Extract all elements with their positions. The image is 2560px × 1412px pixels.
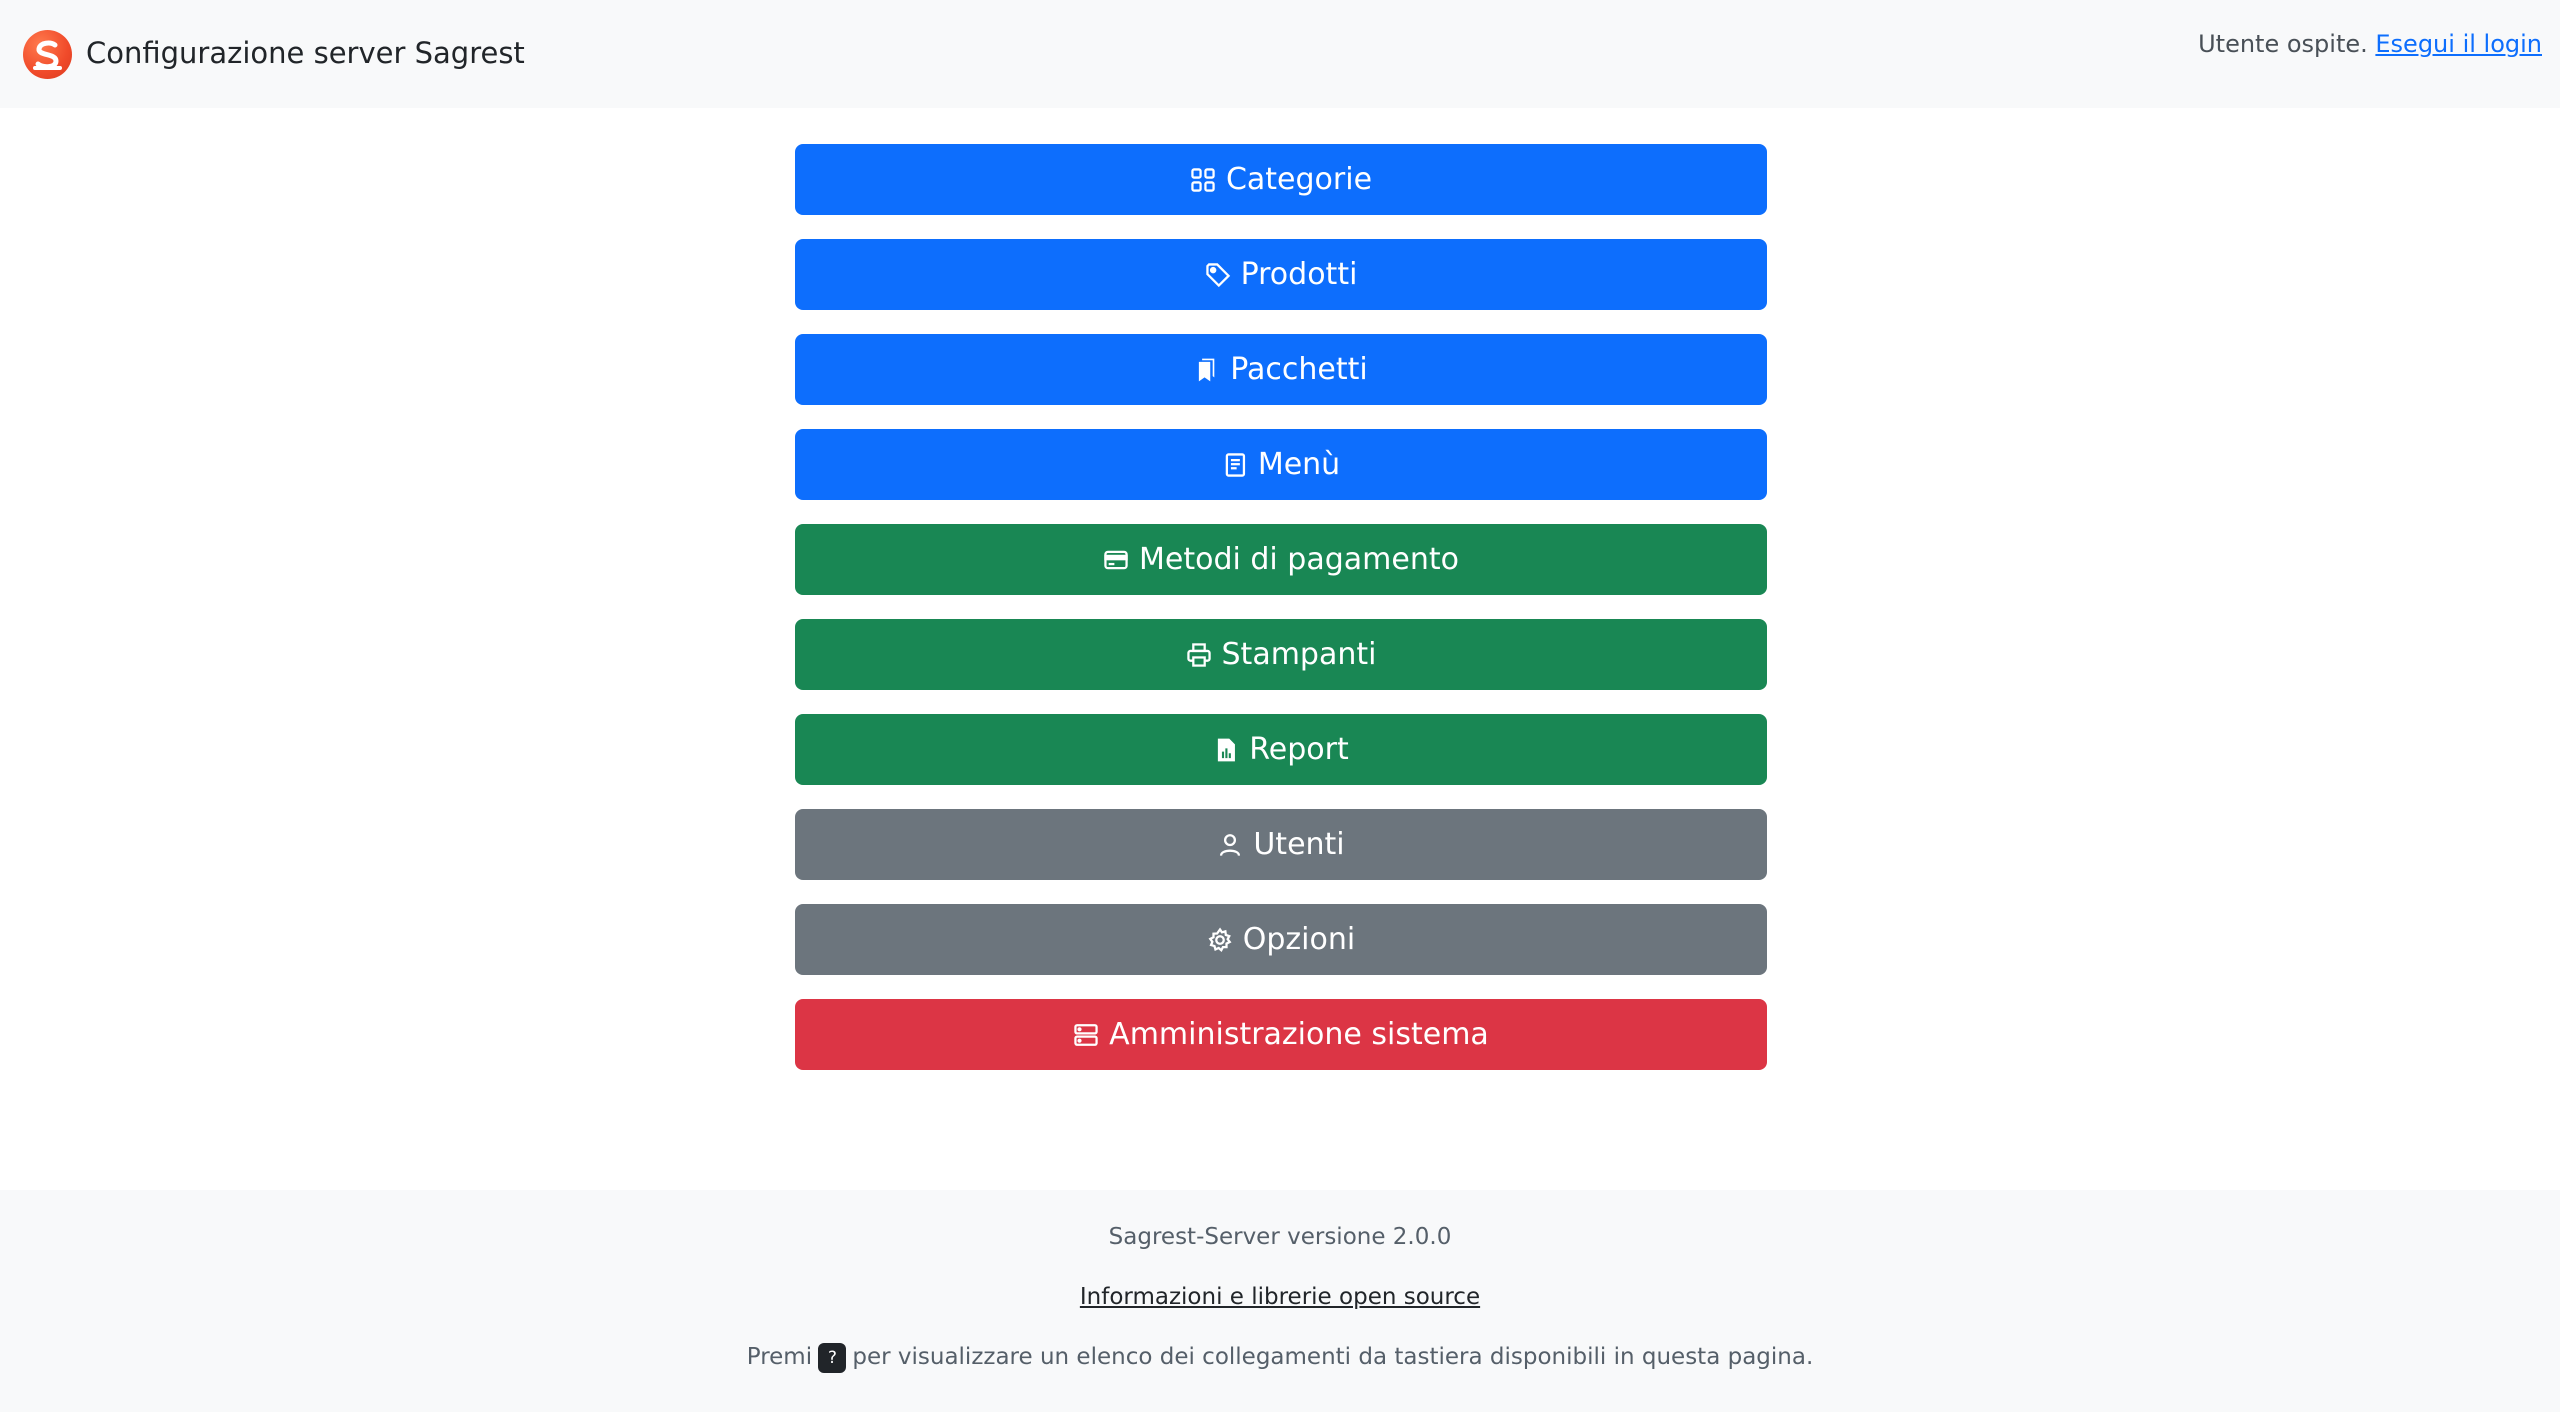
footer: Sagrest-Server versione 2.0.0 Informazio… [0,1190,2560,1412]
categorie-button[interactable]: Categorie [795,144,1767,215]
stampanti-button[interactable]: Stampanti [795,619,1767,690]
shortcut-prefix: Premi [746,1344,813,1370]
metodi-pagamento-button[interactable]: Metodi di pagamento [795,524,1767,595]
user-status: Utente ospite. Esegui il login [2198,26,2542,62]
bookmarks-icon [1194,357,1220,383]
categorie-label: Categorie [1225,162,1373,197]
prodotti-label: Prodotti [1240,257,1358,292]
grid-icon [1190,167,1216,193]
person-icon [1217,832,1243,858]
sagrest-logo-icon[interactable] [23,30,72,79]
journal-icon [1222,452,1248,478]
credit-card-icon [1103,547,1129,573]
utenti-button[interactable]: Utenti [795,809,1767,880]
server-icon [1073,1022,1099,1048]
page-title[interactable]: Configurazione server Sagrest [86,32,525,74]
report-label: Report [1249,732,1349,767]
menu-button[interactable]: Menù [795,429,1767,500]
keyboard-shortcut-hint: Premi? per visualizzare un elenco dei col… [0,1340,2560,1374]
pacchetti-label: Pacchetti [1230,352,1368,387]
amministrazione-sistema-label: Amministrazione sistema [1109,1017,1489,1052]
printer-icon [1186,642,1212,668]
tag-icon [1205,262,1231,288]
utenti-label: Utenti [1253,827,1345,862]
gear-icon [1207,926,1233,953]
pacchetti-button[interactable]: Pacchetti [795,334,1767,405]
question-key-badge: ? [818,1342,847,1373]
menu-label: Menù [1257,447,1341,482]
prodotti-button[interactable]: Prodotti [795,239,1767,310]
login-link[interactable]: Esegui il login [2375,30,2542,58]
shortcut-suffix: per visualizzare un elenco dei collegame… [852,1344,1814,1370]
opzioni-label: Opzioni [1242,922,1356,957]
guest-label: Utente ospite. [2198,30,2368,58]
report-button[interactable]: Report [795,714,1767,785]
stampanti-label: Stampanti [1221,637,1377,672]
navbar: Configurazione server Sagrest Utente osp… [0,0,2560,108]
file-chart-icon [1213,737,1239,763]
amministrazione-sistema-button[interactable]: Amministrazione sistema [795,999,1767,1070]
opzioni-button[interactable]: Opzioni [795,904,1767,975]
metodi-pagamento-label: Metodi di pagamento [1139,542,1459,577]
open-source-info-link[interactable]: Informazioni e librerie open source [1080,1284,1480,1310]
version-text: Sagrest-Server versione 2.0.0 [1108,1224,1452,1250]
